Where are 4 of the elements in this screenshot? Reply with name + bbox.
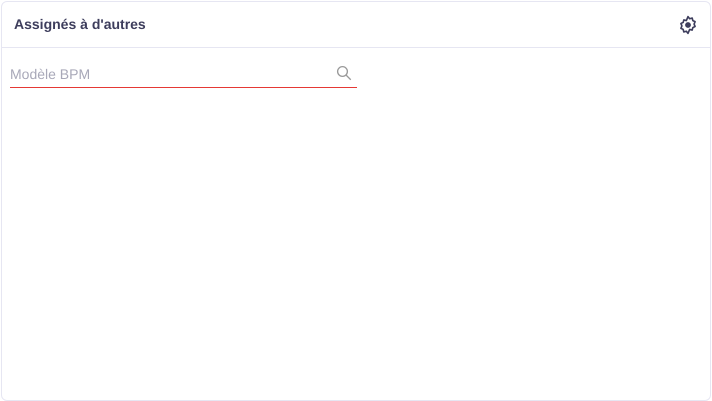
panel-title: Assignés à d'autres (14, 15, 146, 34)
search-icon[interactable] (335, 64, 353, 82)
search-field[interactable]: Modèle BPM (10, 60, 357, 88)
settings-icon[interactable] (678, 14, 698, 34)
